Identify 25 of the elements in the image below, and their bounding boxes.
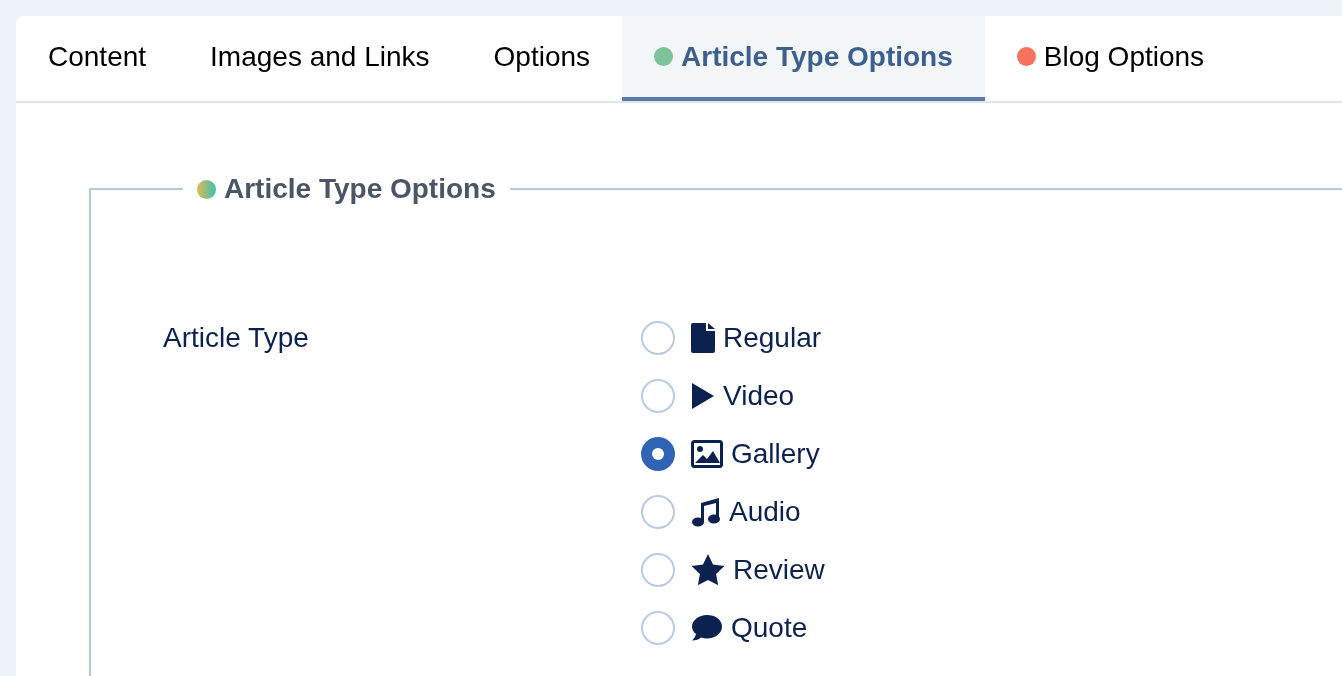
file-icon (691, 323, 715, 353)
tab[interactable]: Options (461, 16, 623, 101)
radio-button[interactable] (641, 379, 675, 413)
radio-option[interactable]: Quote (641, 611, 825, 645)
star-icon (691, 554, 725, 586)
tab[interactable]: Images and Links (178, 16, 462, 101)
radio-option[interactable]: Regular (641, 321, 825, 355)
play-icon (691, 382, 715, 410)
speech-bubble-icon (691, 614, 723, 642)
radio-button[interactable] (641, 321, 675, 355)
tab[interactable]: Article Type Options (622, 16, 985, 101)
radio-button[interactable] (641, 611, 675, 645)
image-icon (691, 440, 723, 468)
tab[interactable]: Content (16, 16, 179, 101)
radio-button[interactable] (641, 437, 675, 471)
radio-button[interactable] (641, 495, 675, 529)
field-label: Article Type (163, 321, 310, 355)
radio-button[interactable] (641, 553, 675, 587)
fieldset-legend: Article Type Options (224, 169, 496, 209)
radio-option[interactable]: Gallery (641, 437, 825, 471)
radio-option[interactable]: Audio (641, 495, 825, 529)
music-note-icon (691, 497, 721, 527)
radio-option[interactable]: Video (641, 379, 825, 413)
radio-option[interactable]: Review (641, 553, 825, 587)
tab[interactable]: Blog Options (984, 16, 1237, 101)
